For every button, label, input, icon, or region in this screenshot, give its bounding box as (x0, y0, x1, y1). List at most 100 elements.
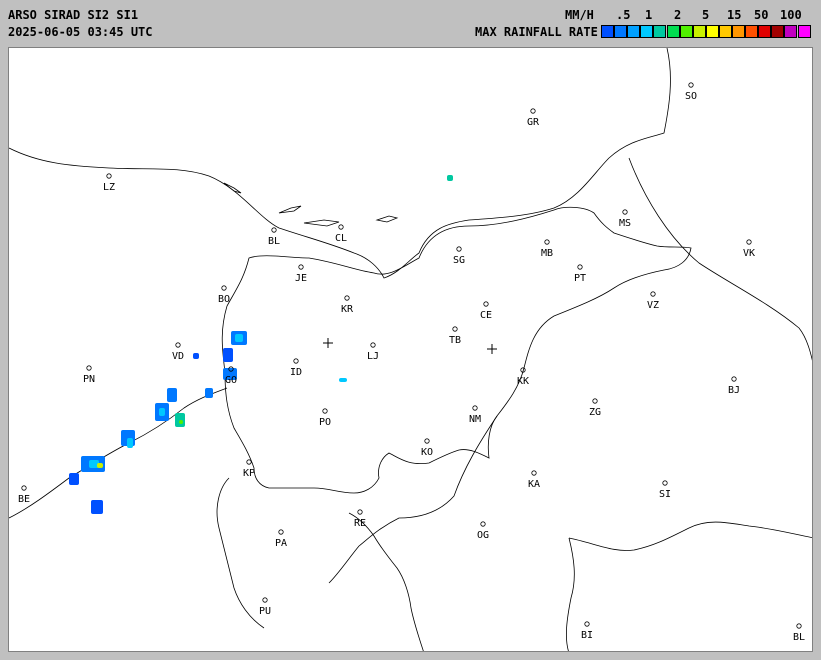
rain-cell (159, 408, 165, 416)
place-marker (175, 342, 181, 348)
place-marker (322, 408, 328, 414)
scale-cell (758, 25, 772, 38)
place-marker (344, 295, 350, 301)
place-marker (688, 82, 694, 88)
scale-cell (601, 25, 614, 38)
place-marker (592, 398, 598, 404)
scale-cell (745, 25, 759, 38)
rain-cell (69, 473, 79, 485)
grid-crosses (323, 338, 497, 354)
place-label: PN (83, 374, 95, 385)
place-marker (86, 365, 92, 371)
place-label: OG (477, 530, 489, 541)
scale-cell (705, 25, 719, 38)
scale-cell (614, 25, 628, 38)
scale-label: 50 (754, 8, 769, 22)
place-marker (480, 521, 486, 527)
scale-label: 5 (702, 8, 710, 22)
place-label: GO (225, 375, 237, 386)
italy-coast (9, 387, 228, 519)
place-label: JE (295, 273, 307, 284)
scale-cell (692, 25, 706, 38)
rain-cell (179, 420, 183, 424)
island-3 (303, 219, 340, 227)
place-marker (106, 173, 112, 179)
place-label: KA (528, 479, 540, 490)
place-label: PT (574, 273, 586, 284)
place-marker (424, 438, 430, 444)
place-marker (246, 459, 252, 465)
slovenia-border (221, 206, 692, 494)
place-label: ID (290, 367, 302, 378)
scale-label: 15 (727, 8, 742, 22)
place-label: MB (541, 248, 553, 259)
place-label: VD (172, 351, 184, 362)
place-label: PA (275, 538, 287, 549)
place-label: ZG (589, 407, 601, 418)
place-label: BE (18, 494, 30, 505)
scale-cell (718, 25, 732, 38)
place-label: NM (469, 414, 481, 425)
place-label: CE (480, 310, 492, 321)
unit-label: MM/H (565, 8, 594, 22)
place-marker (650, 291, 656, 297)
place-marker (271, 227, 277, 233)
borders (9, 48, 812, 651)
rain-cell (447, 175, 453, 181)
scale-cell (666, 25, 680, 38)
southern-border (568, 521, 812, 551)
place-marker (278, 529, 284, 535)
scale-cell (732, 25, 745, 38)
radar-map[interactable]: LZ GR SO BL CL MS MB VK SG JE PT BO KR CE VZ VD LJ TB PN GO… (8, 47, 813, 652)
croatia-border (328, 415, 498, 584)
place-label: BO (218, 294, 230, 305)
place-label: GR (527, 117, 540, 128)
place-label: KO (421, 447, 433, 458)
scale-cell (679, 25, 693, 38)
scale-cell (640, 25, 654, 38)
scale-label: 100 (780, 8, 802, 22)
istria-coast (216, 477, 265, 629)
place-marker (472, 405, 478, 411)
place-label: SO (685, 91, 697, 102)
place-label: KR (341, 304, 354, 315)
map-svg: LZ GR SO BL CL MS MB VK SG JE PT BO KR CE VZ VD LJ TB PN GO… (9, 48, 812, 651)
radar-frame: ARSO SIRAD SI2 SI1 2025-06-05 03:45 UTC … (0, 0, 821, 660)
rain-cell (193, 353, 199, 359)
place-marker (746, 239, 752, 245)
kvarner-coast (348, 512, 424, 651)
product-title: ARSO SIRAD SI2 SI1 (8, 8, 139, 22)
rain-cell (97, 463, 103, 468)
place-label: PU (259, 606, 271, 617)
place-label: SI (659, 489, 671, 500)
place-marker (584, 621, 590, 627)
place-label: VZ (647, 300, 659, 311)
scale-cell (784, 25, 798, 38)
place-marker (262, 597, 268, 603)
place-marker (577, 264, 583, 270)
southern-border-2 (565, 537, 575, 651)
place-marker (796, 623, 802, 629)
rain-cell (127, 438, 133, 448)
place-label: LJ (367, 351, 379, 362)
rain-cell (223, 348, 233, 362)
place-marker (357, 509, 363, 515)
place-marker (338, 224, 344, 230)
place-label: RE (354, 518, 366, 529)
place-marker (622, 209, 628, 215)
rain-echoes (69, 175, 453, 514)
island-2 (278, 205, 302, 214)
timestamp: 2025-06-05 03:45 UTC (8, 25, 153, 39)
place-marker (662, 480, 668, 486)
island-1 (223, 182, 242, 194)
place-marker (370, 342, 376, 348)
rain-cell (91, 500, 103, 514)
rain-cell (167, 388, 177, 402)
place-marker (21, 485, 27, 491)
scale-cell (627, 25, 641, 38)
place-label: BL (793, 632, 805, 643)
place-marker (293, 358, 299, 364)
island-4 (375, 215, 399, 223)
place-label: PO (319, 417, 331, 428)
place-markers: LZ GR SO BL CL MS MB VK SG JE PT BO KR CE VZ VD LJ TB PN GO… (18, 82, 805, 643)
